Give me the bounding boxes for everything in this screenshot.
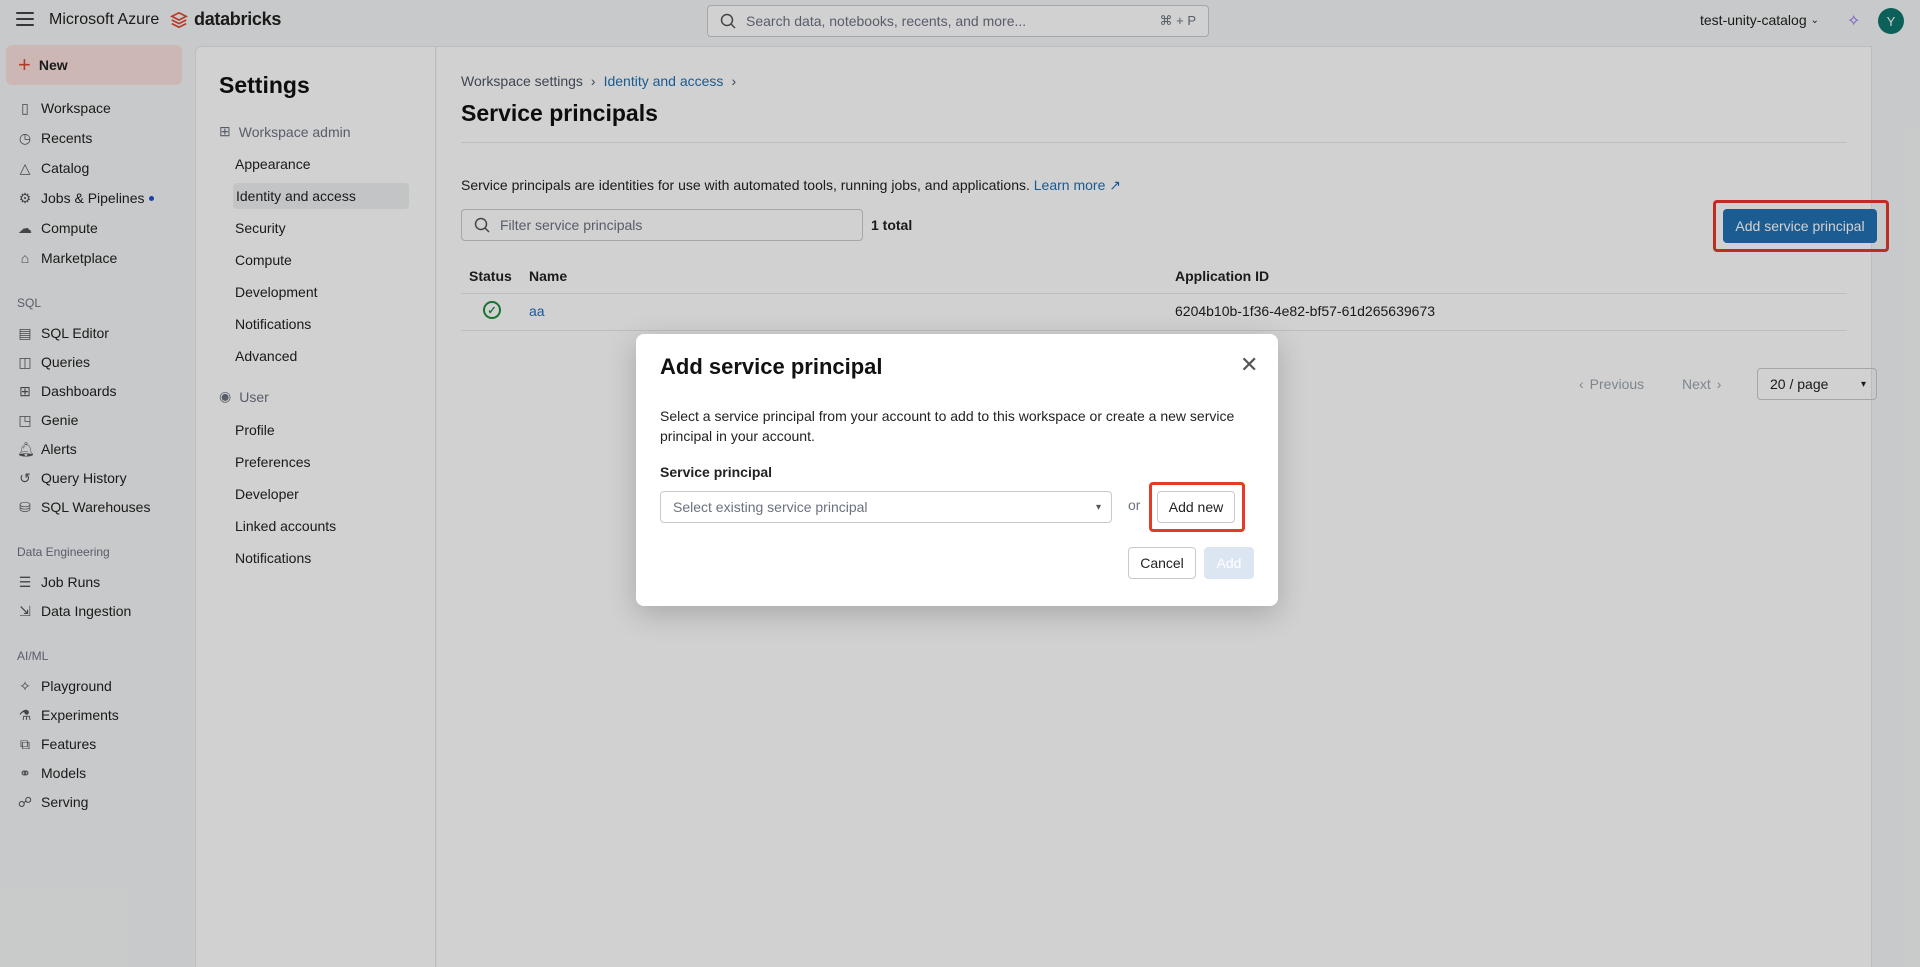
highlight-box [1149, 482, 1245, 532]
select-placeholder: Select existing service principal [673, 499, 868, 515]
cancel-button[interactable]: Cancel [1128, 547, 1196, 579]
dialog-title: Add service principal [660, 354, 883, 379]
service-principal-select[interactable]: Select existing service principal ▾ [660, 491, 1112, 523]
chevron-down-icon: ▾ [1095, 501, 1101, 513]
add-service-principal-dialog: Add service principal ✕ Select a service… [636, 334, 1278, 606]
dialog-description: Select a service principal from your acc… [660, 408, 1235, 444]
service-principal-label: Service principal [660, 464, 773, 480]
close-icon[interactable]: ✕ [1240, 354, 1258, 376]
or-text: or [1128, 497, 1141, 513]
add-button[interactable]: Add [1204, 547, 1254, 579]
